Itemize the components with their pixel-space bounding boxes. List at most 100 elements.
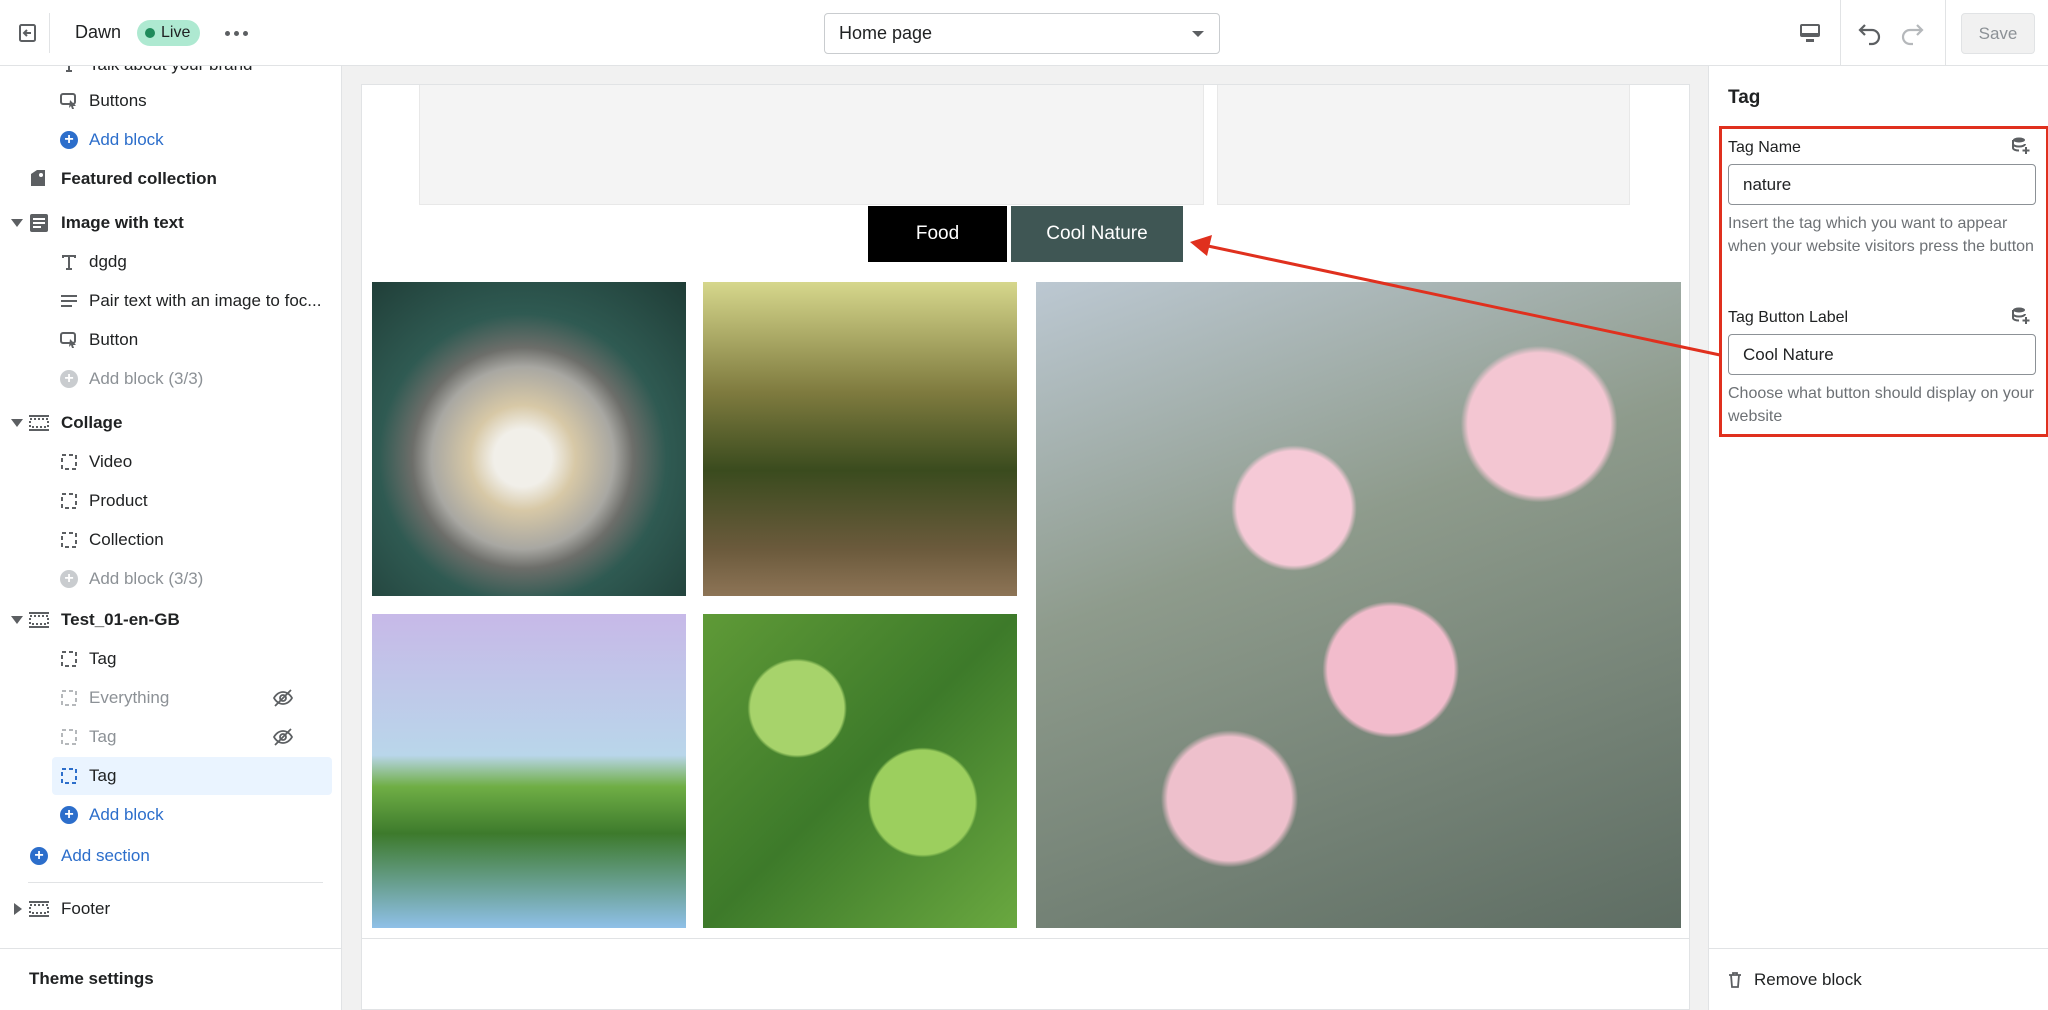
block-icon (58, 726, 80, 748)
section-label: Collage (61, 413, 123, 432)
tag-button-cool-nature[interactable]: Cool Nature (1011, 206, 1183, 262)
exit-icon (18, 24, 36, 42)
add-block-disabled: + Add block (3/3) (0, 560, 341, 598)
live-dot-icon (145, 28, 155, 38)
sidebar-section-featured-collection[interactable]: Featured collection (0, 160, 341, 198)
sidebar-item-label: Tag (89, 649, 117, 668)
caret-down-icon[interactable] (11, 616, 23, 624)
sidebar-item-tag[interactable]: Tag (0, 640, 341, 678)
dynamic-source-icon[interactable] (2011, 136, 2031, 156)
caret-down-icon[interactable] (11, 219, 23, 227)
theme-settings-label: Theme settings (29, 969, 154, 988)
eye-hidden-icon[interactable] (272, 726, 294, 748)
green-leaves-image (703, 614, 1017, 928)
chevron-down-icon (1192, 30, 1204, 37)
page-selector[interactable]: Home page (824, 13, 1220, 54)
caret-down-icon[interactable] (11, 419, 23, 427)
preview-canvas: Food Cool Nature (343, 66, 1708, 1010)
add-block-button[interactable]: + Add block (0, 121, 341, 159)
sidebar-item-tag-selected[interactable]: Tag (52, 757, 332, 795)
block-icon (58, 765, 80, 787)
add-block-label: Add block (89, 805, 164, 824)
heading-icon (58, 251, 80, 273)
add-block-button[interactable]: + Add block (0, 796, 341, 834)
add-block-disabled: + Add block (3/3) (0, 360, 341, 398)
add-section-label: Add section (61, 846, 150, 865)
eye-hidden-icon[interactable] (272, 687, 294, 709)
section-label: Image with text (61, 213, 184, 232)
exit-button[interactable] (8, 13, 50, 53)
dot-icon (233, 30, 239, 36)
sidebar-item-everything[interactable]: Everything (0, 679, 341, 717)
block-icon (58, 687, 80, 709)
sidebar-item-button[interactable]: Button (0, 321, 341, 359)
section-label: Test_01-en-GB (61, 610, 180, 629)
sidebar-item-buttons[interactable]: Buttons (0, 82, 341, 120)
sidebar-item-label: Pair text with an image to foc... (89, 291, 322, 310)
plus-circle-icon: + (28, 845, 50, 867)
placeholder-block (419, 85, 1204, 205)
collection-tag-icon (28, 168, 50, 190)
sidebar-item-paragraph[interactable]: Pair text with an image to foc... (0, 282, 341, 320)
sidebar-item-label: Buttons (89, 91, 147, 110)
caret-right-icon[interactable] (14, 903, 22, 915)
sidebar-item-label: Everything (89, 688, 170, 707)
theme-name: Dawn (75, 22, 122, 42)
top-bar: Dawn Live Home page Save (0, 0, 2048, 66)
section-label: Featured collection (61, 169, 217, 188)
sidebar-divider (28, 882, 323, 883)
plus-circle-icon: + (58, 568, 80, 590)
dot-icon (224, 30, 230, 36)
redo-icon (1901, 24, 1924, 46)
placeholder-block (1217, 85, 1630, 205)
add-section-button[interactable]: + Add section (0, 837, 341, 875)
plus-circle-icon: + (58, 129, 80, 151)
tag-button-label-help: Choose what button should display on you… (1728, 385, 2034, 425)
remove-block-button[interactable]: Remove block (1726, 967, 1862, 993)
sidebar-item-label: Video (89, 452, 133, 471)
theme-settings-button[interactable]: Theme settings (0, 948, 341, 1010)
block-icon (58, 648, 80, 670)
tag-button-food[interactable]: Food (868, 206, 1007, 262)
sidebar-item-label: dgdg (89, 252, 127, 271)
text-icon (58, 66, 80, 76)
sidebar-item-heading[interactable]: dgdg (0, 243, 341, 281)
palm-trees-image (372, 614, 686, 928)
sections-sidebar: Talk about your brand Buttons + Add bloc… (0, 66, 342, 1010)
tag-name-input[interactable]: nature (1728, 164, 2036, 205)
sidebar-item-tag-hidden[interactable]: Tag (0, 718, 341, 756)
redo-button[interactable] (1894, 16, 1930, 50)
add-block-label: Add block (3/3) (89, 369, 204, 388)
button-icon (58, 329, 80, 351)
page-selector-value: Home page (839, 23, 933, 43)
tag-button-label-input[interactable]: Cool Nature (1728, 334, 2036, 375)
add-block-label: Add block (3/3) (89, 569, 204, 588)
sidebar-item-collection[interactable]: Collection (0, 521, 341, 559)
layout-icon (28, 412, 50, 434)
sidebar-item-label: Product (89, 491, 148, 510)
sidebar-section-test-01[interactable]: Test_01-en-GB (0, 601, 341, 639)
sidebar-item-label: Tag (89, 766, 117, 785)
dynamic-source-icon[interactable] (2011, 306, 2031, 326)
sidebar-section-collage[interactable]: Collage (0, 404, 341, 442)
save-button[interactable]: Save (1961, 13, 2035, 54)
paragraph-icon (58, 290, 80, 312)
sidebar-section-image-with-text[interactable]: Image with text (0, 204, 341, 242)
more-actions-button[interactable] (222, 22, 250, 44)
layout-icon (28, 898, 50, 920)
undo-button[interactable] (1852, 16, 1888, 50)
dot-icon (242, 30, 248, 36)
cherry-blossom-image (1036, 282, 1681, 928)
live-badge-label: Live (161, 24, 191, 41)
plus-circle-icon: + (58, 368, 80, 390)
tag-name-help: Insert the tag which you want to appear … (1728, 215, 2034, 255)
sidebar-item-video[interactable]: Video (0, 443, 341, 481)
plus-circle-icon: + (58, 804, 80, 826)
preview-divider (362, 938, 1689, 939)
sidebar-item-product[interactable]: Product (0, 482, 341, 520)
sidebar-section-footer[interactable]: Footer (0, 890, 341, 928)
tag-name-label: Tag Name (1728, 139, 1801, 156)
desktop-view-button[interactable] (1788, 16, 1832, 50)
remove-block-label: Remove block (1754, 970, 1862, 989)
section-label: Footer (61, 899, 111, 918)
